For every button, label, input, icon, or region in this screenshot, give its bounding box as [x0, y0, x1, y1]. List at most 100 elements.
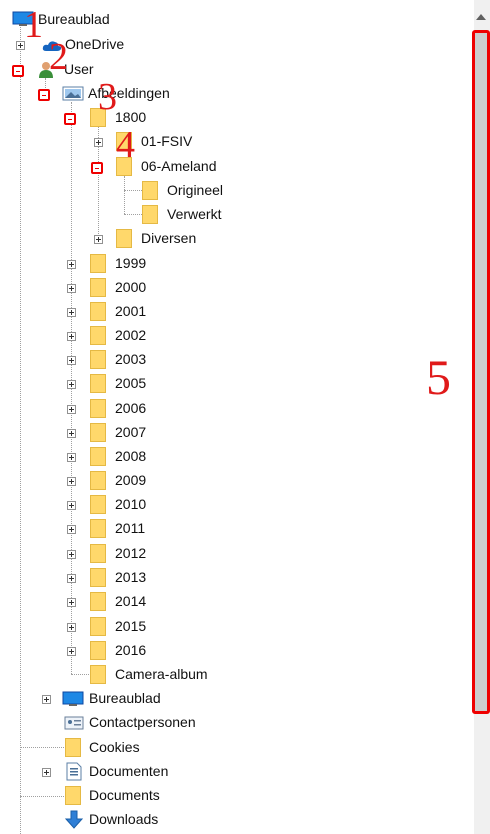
tree-item-year[interactable]: 2007 — [0, 423, 200, 443]
expand-button[interactable] — [42, 695, 51, 704]
expand-button[interactable] — [67, 405, 76, 414]
tree-item-01-fsiv[interactable]: 01-FSIV — [0, 132, 220, 152]
tree-item-label: 2016 — [115, 642, 147, 658]
annotation-4: 4 — [116, 124, 135, 166]
expand-button[interactable] — [42, 768, 51, 777]
tree-item-year[interactable]: 2016 — [0, 641, 200, 661]
folder-icon — [90, 617, 106, 636]
expand-button[interactable] — [67, 598, 76, 607]
collapse-button[interactable] — [64, 113, 76, 125]
tree-item-label: Documenten — [89, 763, 169, 779]
tree-item-label: Contactpersonen — [89, 714, 196, 730]
tree-item-label: 2005 — [115, 375, 147, 391]
expand-button[interactable] — [67, 429, 76, 438]
tree-item-year[interactable]: 2008 — [0, 447, 200, 467]
document-icon — [66, 762, 82, 784]
collapse-button[interactable] — [38, 89, 50, 101]
expand-button[interactable] — [67, 453, 76, 462]
tree-item-year[interactable]: 2012 — [0, 544, 200, 564]
folder-icon — [142, 181, 158, 200]
expand-button[interactable] — [67, 380, 76, 389]
scroll-up-icon[interactable] — [476, 14, 486, 20]
tree-item-label: Bureaublad — [38, 11, 110, 27]
scrollbar-thumb[interactable] — [472, 30, 490, 714]
tree-item-year[interactable]: 2013 — [0, 568, 200, 588]
tree-item-label: 2003 — [115, 351, 147, 367]
tree-item-year[interactable]: 2001 — [0, 302, 200, 322]
folder-icon — [90, 254, 106, 273]
tree-item-label: Origineel — [167, 182, 224, 198]
tree-item-bureaublad[interactable]: Bureaublad — [0, 689, 200, 709]
expand-button[interactable] — [67, 477, 76, 486]
folder-icon — [90, 423, 106, 442]
expand-button[interactable] — [67, 574, 76, 583]
tree-item-downloads[interactable]: Downloads — [0, 810, 200, 830]
tree-item-label: 2002 — [115, 327, 147, 343]
tree-item-year[interactable]: 2005 — [0, 374, 200, 394]
tree-item-year[interactable]: 2010 — [0, 495, 200, 515]
tree-item-documenten[interactable]: Documenten — [0, 762, 200, 782]
expand-button[interactable] — [67, 525, 76, 534]
folder-icon — [90, 495, 106, 514]
tree-item-label: 2006 — [115, 400, 147, 416]
folder-icon — [142, 205, 158, 224]
tree-item-label: Diversen — [141, 230, 197, 246]
collapse-button[interactable] — [91, 162, 103, 174]
expand-button[interactable] — [67, 550, 76, 559]
tree-item-year[interactable]: 2000 — [0, 278, 200, 298]
folder-icon — [90, 665, 106, 684]
tree-item-label: Bureaublad — [89, 690, 161, 706]
tree-item-year[interactable]: 2002 — [0, 326, 200, 346]
tree-item-cookies[interactable]: Cookies — [0, 738, 200, 758]
folder-icon — [90, 302, 106, 321]
tree-item-origineel[interactable]: Origineel — [0, 181, 240, 201]
expand-button[interactable] — [94, 235, 103, 244]
folder-icon — [90, 326, 106, 345]
tree-item-documents[interactable]: Documents — [0, 786, 200, 806]
folder-tree: Bureaublad OneDrive User Afbeeldingen 18… — [0, 0, 474, 834]
tree-item-year[interactable]: 2003 — [0, 350, 200, 370]
folder-icon — [65, 786, 81, 805]
tree-item-label: 06-Ameland — [141, 158, 217, 174]
tree-item-label: OneDrive — [65, 36, 125, 52]
expand-button[interactable] — [67, 284, 76, 293]
folder-icon — [90, 544, 106, 563]
folder-icon — [90, 519, 106, 538]
contacts-icon — [64, 716, 84, 733]
folder-icon — [90, 471, 106, 490]
tree-item-label: Verwerkt — [167, 206, 222, 222]
tree-item-label: 01-FSIV — [141, 133, 193, 149]
expand-button[interactable] — [67, 647, 76, 656]
expand-button[interactable] — [67, 623, 76, 632]
tree-item-label: 2015 — [115, 618, 147, 634]
expand-button[interactable] — [67, 260, 76, 269]
tree-item-year[interactable]: 1999 — [0, 254, 200, 274]
tree-item-year[interactable]: 2015 — [0, 617, 200, 637]
tree-item-contactpersonen[interactable]: Contactpersonen — [0, 713, 220, 733]
tree-item-year[interactable]: 2014 — [0, 592, 200, 612]
folder-icon — [90, 374, 106, 393]
expand-button[interactable] — [67, 308, 76, 317]
expand-button[interactable] — [67, 501, 76, 510]
tree-item-label: 2001 — [115, 303, 147, 319]
tree-item-label: 2012 — [115, 545, 147, 561]
expand-button[interactable] — [94, 138, 103, 147]
tree-item-year[interactable]: 2006 — [0, 399, 200, 419]
expand-button[interactable] — [67, 332, 76, 341]
folder-icon — [90, 592, 106, 611]
expand-button[interactable] — [67, 356, 76, 365]
folder-icon — [65, 738, 81, 757]
tree-item-year[interactable]: 2011 — [0, 519, 200, 539]
tree-item-year[interactable]: 2009 — [0, 471, 200, 491]
tree-item-label: 2013 — [115, 569, 147, 585]
tree-item-label: User — [64, 61, 94, 77]
folder-icon — [90, 278, 106, 297]
folder-icon — [90, 350, 106, 369]
tree-item-camera-album[interactable]: Camera-album — [0, 665, 240, 685]
tree-item-diversen[interactable]: Diversen — [0, 229, 220, 249]
collapse-button[interactable] — [12, 65, 24, 77]
tree-item-label: Downloads — [89, 811, 159, 827]
tree-item-label: 2000 — [115, 279, 147, 295]
annotation-5: 5 — [426, 349, 451, 405]
tree-item-verwerkt[interactable]: Verwerkt — [0, 205, 240, 225]
